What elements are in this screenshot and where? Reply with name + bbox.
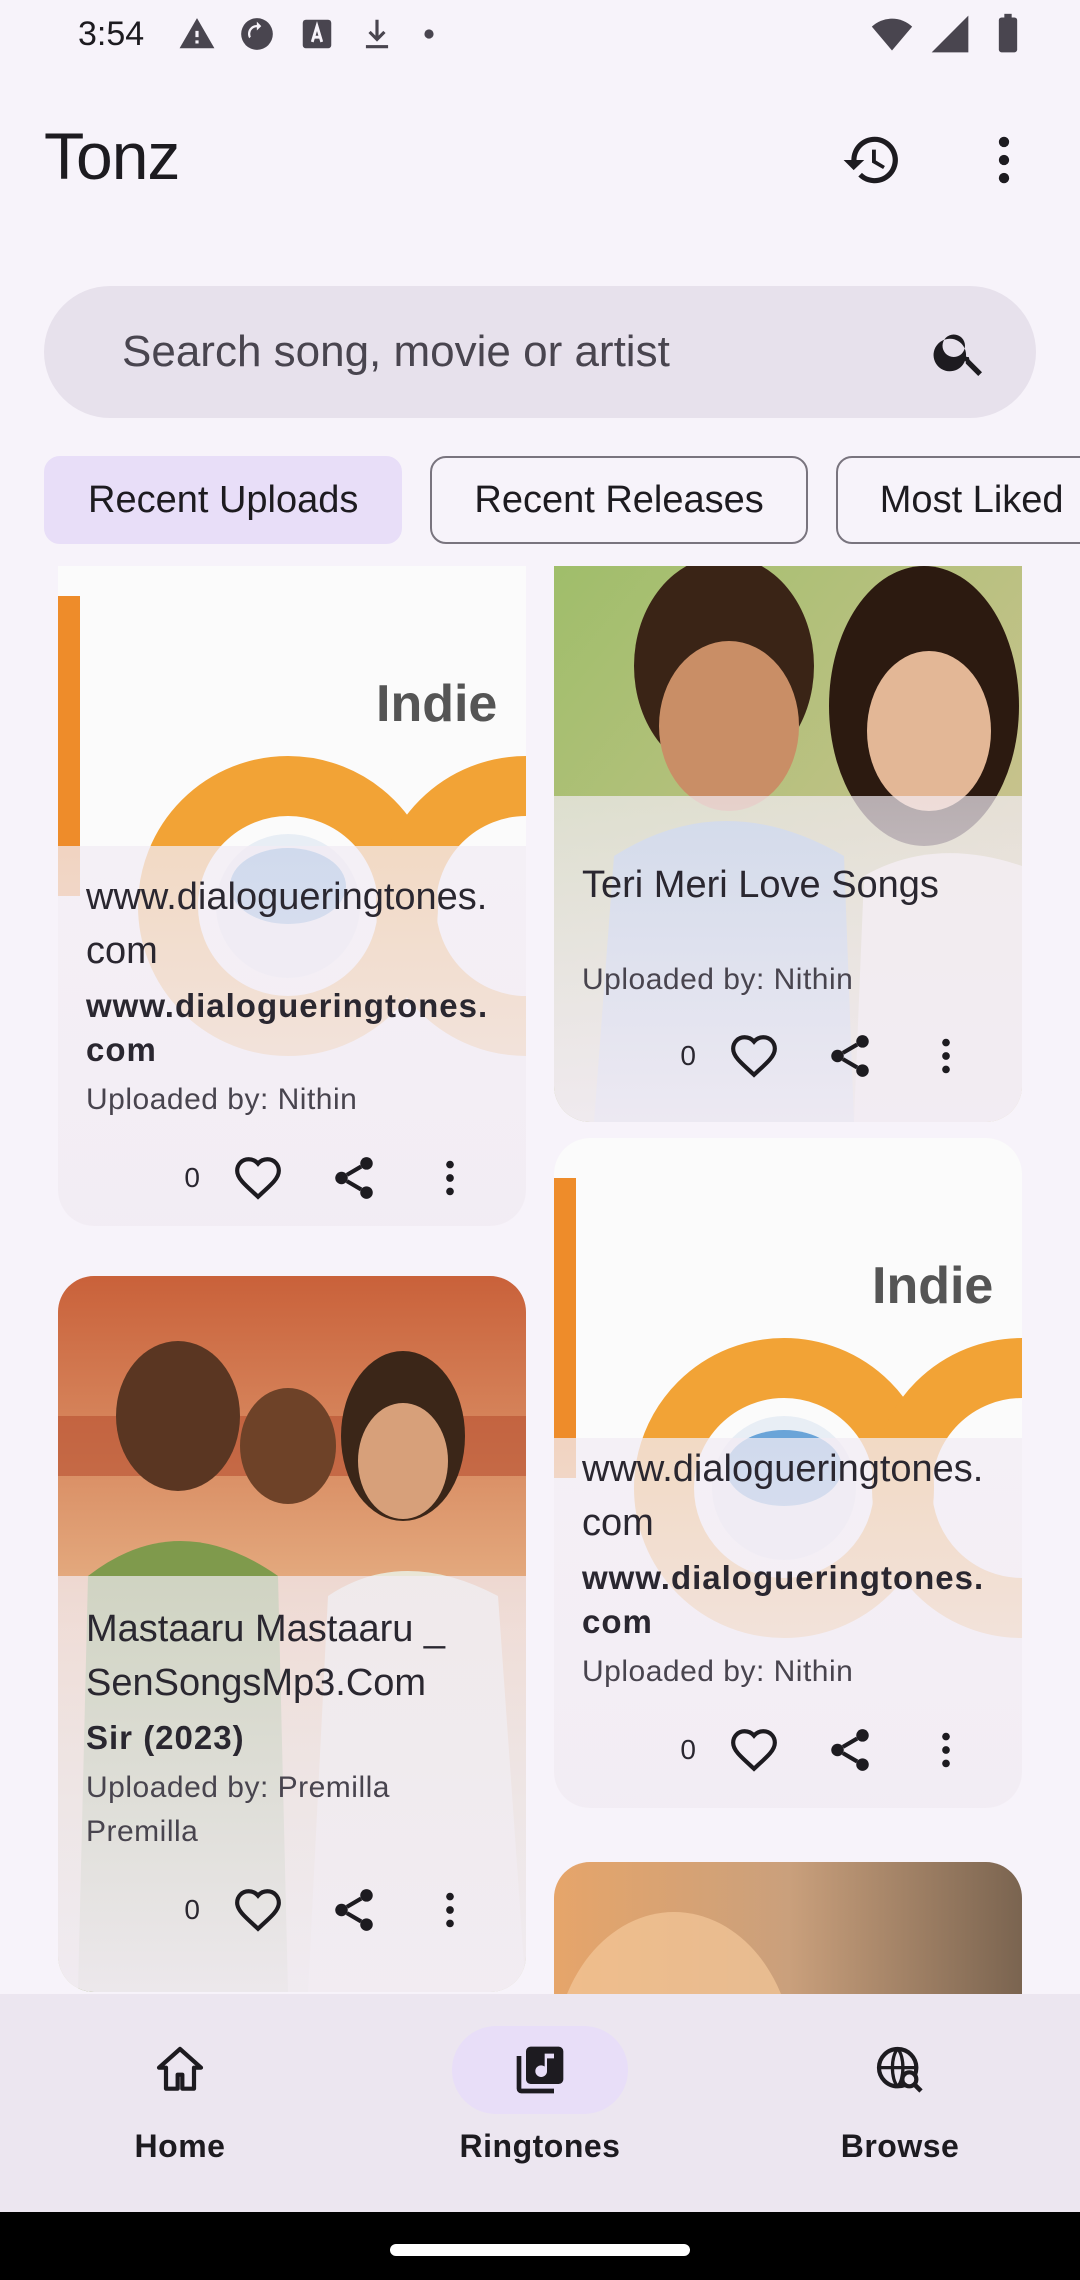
nav-browse-label: Browse <box>840 2128 960 2164</box>
card-body: www.dialogueringtones.com www.dialogueri… <box>554 1442 1022 1808</box>
more-vert-icon <box>998 136 1010 184</box>
ringtone-card[interactable] <box>554 1862 1022 1994</box>
like-count: 0 <box>184 1894 200 1925</box>
heart-icon <box>235 1889 281 1932</box>
card-uploader: Uploaded by: Nithin <box>582 963 854 996</box>
filter-chips: Recent Uploads Recent Releases Most Like… <box>44 456 1080 544</box>
heart-icon <box>731 1035 777 1078</box>
like-button[interactable] <box>210 1862 306 1958</box>
ringtone-card[interactable]: Mastaaru Mastaaru _ SenSongsMp3.Com Sir … <box>58 1276 526 1992</box>
nav-home[interactable]: Home <box>0 1994 360 2212</box>
more-options-button[interactable] <box>964 120 1044 200</box>
chip-most-liked[interactable]: Most Liked <box>835 456 1080 544</box>
travel-explore-icon <box>876 2046 923 2093</box>
svg-text:Indie: Indie <box>376 675 497 733</box>
card-uploader: Uploaded by: Nithin <box>582 1655 854 1688</box>
warm-photo-image <box>554 1862 1022 1994</box>
card-body: Mastaaru Mastaaru _ SenSongsMp3.Com Sir … <box>58 1602 526 1992</box>
card-uploader: Uploaded by: Nithin <box>86 1083 358 1116</box>
ringtone-card[interactable]: Teri Meri Love Songs Uploaded by: Nithin… <box>554 566 1022 1122</box>
heart-icon <box>731 1729 777 1772</box>
card-title: Teri Meri Love Songs <box>582 864 939 906</box>
card-more-button[interactable] <box>898 1008 994 1104</box>
wifi-icon <box>871 18 913 51</box>
card-more-button[interactable] <box>402 1130 498 1226</box>
dot-icon <box>424 29 434 39</box>
status-time: 3:54 <box>78 14 145 53</box>
signal-icon <box>931 15 969 53</box>
nav-ringtones-label: Ringtones <box>459 2128 621 2164</box>
card-more-button[interactable] <box>402 1862 498 1958</box>
card-body: www.dialogueringtones.com www.dialogueri… <box>58 870 526 1226</box>
more-vert-icon <box>446 1892 454 1928</box>
nav-browse[interactable]: Browse <box>720 1994 1080 2212</box>
card-actions: 0 <box>86 1862 498 1958</box>
system-icons <box>870 12 1030 56</box>
share-icon <box>335 1889 373 1931</box>
nav-ringtones[interactable]: Ringtones <box>360 1994 720 2212</box>
like-button[interactable] <box>706 1008 802 1104</box>
notification-icons <box>178 15 440 53</box>
card-actions: 0 <box>582 1702 994 1798</box>
ringtone-card[interactable]: Indie www.dialogueringtones.com www.dial… <box>554 1138 1022 1808</box>
nav-home-label: Home <box>134 2128 226 2164</box>
card-body: Teri Meri Love Songs Uploaded by: Nithin… <box>554 858 1022 1122</box>
history-button[interactable] <box>832 120 912 200</box>
ringtone-grid: Indie www.dialogueringtones.com www.dial… <box>0 566 1080 1994</box>
download-icon <box>366 19 389 49</box>
card-more-button[interactable] <box>898 1702 994 1798</box>
share-button[interactable] <box>306 1862 402 1958</box>
card-subtitle: www.dialogueringtones.com <box>582 1559 985 1640</box>
font-icon <box>302 19 332 49</box>
top-app-bar: Tonz <box>0 100 1080 210</box>
share-button[interactable] <box>802 1702 898 1798</box>
sync-icon <box>241 18 274 50</box>
nav-ringtones-indicator <box>452 2026 628 2114</box>
home-icon <box>156 2046 204 2091</box>
gesture-handle[interactable] <box>390 2244 690 2256</box>
like-count: 0 <box>680 1734 696 1765</box>
share-button[interactable] <box>306 1130 402 1226</box>
battery-icon <box>998 13 1018 53</box>
card-title: www.dialogueringtones.com <box>582 1448 984 1544</box>
card-subtitle: www.dialogueringtones.com <box>86 987 489 1068</box>
share-icon <box>831 1729 869 1771</box>
card-uploader: Uploaded by: Premilla Premilla <box>86 1771 390 1848</box>
search-button[interactable] <box>928 320 992 384</box>
card-subtitle: Sir (2023) <box>86 1719 245 1756</box>
like-count: 0 <box>184 1162 200 1193</box>
share-icon <box>335 1157 373 1199</box>
chip-recent-releases[interactable]: Recent Releases <box>430 456 808 544</box>
app-title: Tonz <box>44 119 180 193</box>
chip-recent-uploads[interactable]: Recent Uploads <box>44 456 403 544</box>
share-button[interactable] <box>802 1008 898 1104</box>
search-bar[interactable] <box>44 286 1036 418</box>
card-title: Mastaaru Mastaaru _ SenSongsMp3.Com <box>86 1608 446 1704</box>
card-actions: 0 <box>582 1008 994 1104</box>
search-input[interactable] <box>122 327 882 377</box>
share-icon <box>831 1035 869 1077</box>
like-count: 0 <box>680 1040 696 1071</box>
svg-text:Indie: Indie <box>872 1257 993 1315</box>
status-bar: 3:54 <box>0 0 1080 68</box>
nav-browse-indicator <box>812 2026 988 2114</box>
more-vert-icon <box>942 1732 950 1768</box>
ringtone-card[interactable]: Indie www.dialogueringtones.com www.dial… <box>58 566 526 1226</box>
more-vert-icon <box>446 1160 454 1196</box>
like-button[interactable] <box>210 1130 306 1226</box>
more-vert-icon <box>942 1038 950 1074</box>
alert-icon <box>179 18 215 49</box>
card-actions: 0 <box>86 1130 498 1226</box>
history-icon <box>843 136 898 184</box>
card-title: www.dialogueringtones.com <box>86 876 488 972</box>
heart-icon <box>235 1157 281 1200</box>
search-icon <box>933 334 982 376</box>
library-music-icon <box>516 2046 564 2094</box>
bottom-navigation: Home Ringtones Browse <box>0 1994 1080 2212</box>
like-button[interactable] <box>706 1702 802 1798</box>
nav-home-indicator <box>92 2026 268 2114</box>
